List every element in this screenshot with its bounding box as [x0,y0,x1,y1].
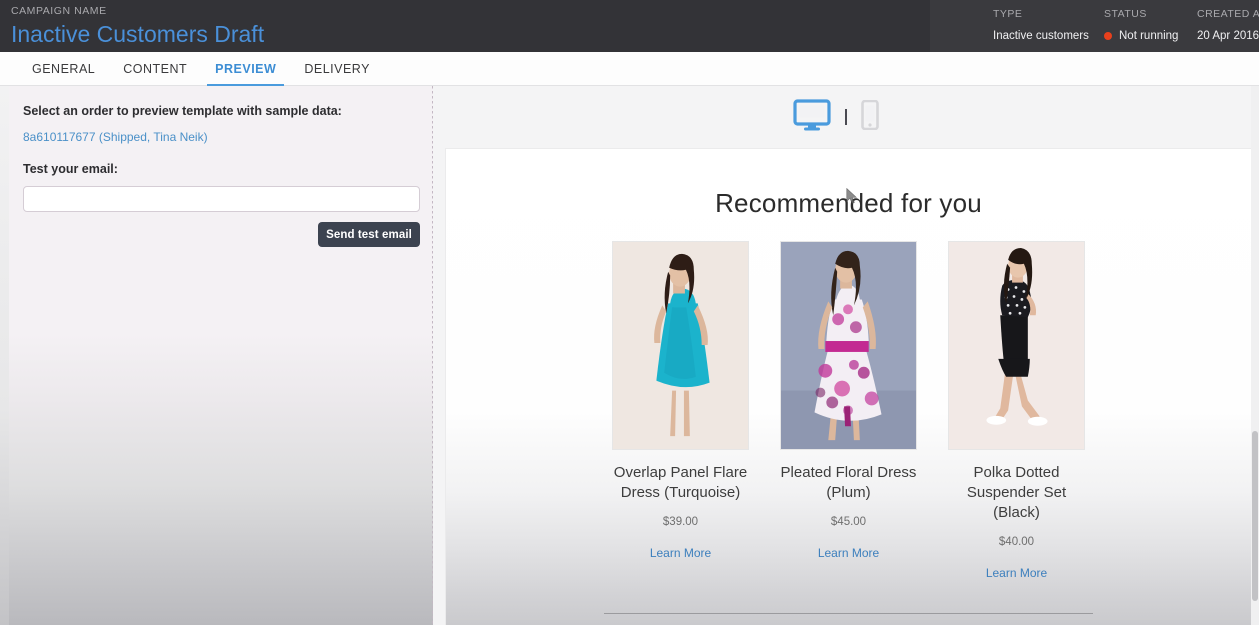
product-image [948,241,1085,450]
learn-more-link[interactable]: Learn More [650,546,711,560]
page-scrollbar-track[interactable] [1251,86,1259,625]
learn-more-link[interactable]: Learn More [986,566,1047,580]
product-name: Pleated Floral Dress (Plum) [780,464,917,501]
desktop-view-icon[interactable] [793,98,831,136]
product-name: Overlap Panel Flare Dress (Turquoise) [613,464,748,501]
meta-created-at: CREATED AT 20 Apr 2016 [1197,7,1259,44]
meta-status-value: Not running [1119,30,1179,42]
product-grid: Overlap Panel Flare Dress (Turquoise) $39… [446,241,1251,582]
product-price: $39.00 [662,516,699,528]
tab-list: GENERAL CONTENT PREVIEW DELIVERY [0,52,1259,87]
tab-general[interactable]: GENERAL [18,52,109,86]
device-separator [845,109,847,125]
email-section-divider [604,613,1093,614]
meta-type-value: Inactive customers [993,30,1089,42]
campaign-preview-page: CAMPAIGN NAME Inactive Customers Draft T… [0,0,1259,625]
page-title: Inactive Customers Draft [11,21,265,47]
product-card: Polka Dotted Suspender Set (Black) $40.00… [948,241,1085,582]
meta-created-label: CREATED AT [1197,8,1259,20]
learn-more-link[interactable]: Learn More [818,546,879,560]
main-tabbar: GENERAL CONTENT PREVIEW DELIVERY [0,52,1259,87]
product-image [780,241,917,450]
test-email-input[interactable] [23,186,420,212]
product-price: $40.00 [998,536,1035,548]
meta-status-label: STATUS [1104,8,1147,20]
status-badge: Not running [1104,28,1178,44]
meta-type: TYPE Inactive customers [993,7,1089,44]
campaign-name-label: CAMPAIGN NAME [11,5,107,17]
select-order-heading: Select an order to preview template with… [23,104,342,118]
preview-settings-panel: Select an order to preview template with… [9,86,433,625]
app-header: CAMPAIGN NAME Inactive Customers Draft T… [0,0,1259,52]
tab-delivery[interactable]: DELIVERY [290,52,384,86]
mobile-view-icon[interactable] [861,99,879,135]
tab-content[interactable]: CONTENT [109,52,201,86]
tab-preview[interactable]: PREVIEW [201,52,290,87]
send-test-email-button[interactable]: Send test email [318,222,420,247]
product-card: Overlap Panel Flare Dress (Turquoise) $39… [612,241,749,582]
meta-status: STATUS Not running [1104,7,1178,44]
email-preview-area: Recommended for you Overlap Panel Flare … [433,86,1259,625]
email-heading: Recommended for you [715,188,982,218]
status-dot-icon [1104,32,1112,40]
sample-order-link[interactable]: 8a610117677 (Shipped, Tina Neik) [23,130,208,144]
device-toggle-group [433,86,1239,148]
product-image [612,241,749,450]
meta-type-label: TYPE [993,8,1023,20]
campaign-identity: CAMPAIGN NAME Inactive Customers Draft [11,5,264,49]
left-gutter [0,86,9,625]
product-name: Polka Dotted Suspender Set (Black) [966,464,1067,521]
email-template-canvas: Recommended for you Overlap Panel Flare … [445,148,1252,625]
meta-created-value: 20 Apr 2016 [1197,30,1259,42]
product-card: Pleated Floral Dress (Plum) $45.00 Learn M… [780,241,917,582]
page-scrollbar-thumb[interactable] [1252,431,1258,601]
product-price: $45.00 [830,516,867,528]
test-email-heading: Test your email: [23,162,118,176]
